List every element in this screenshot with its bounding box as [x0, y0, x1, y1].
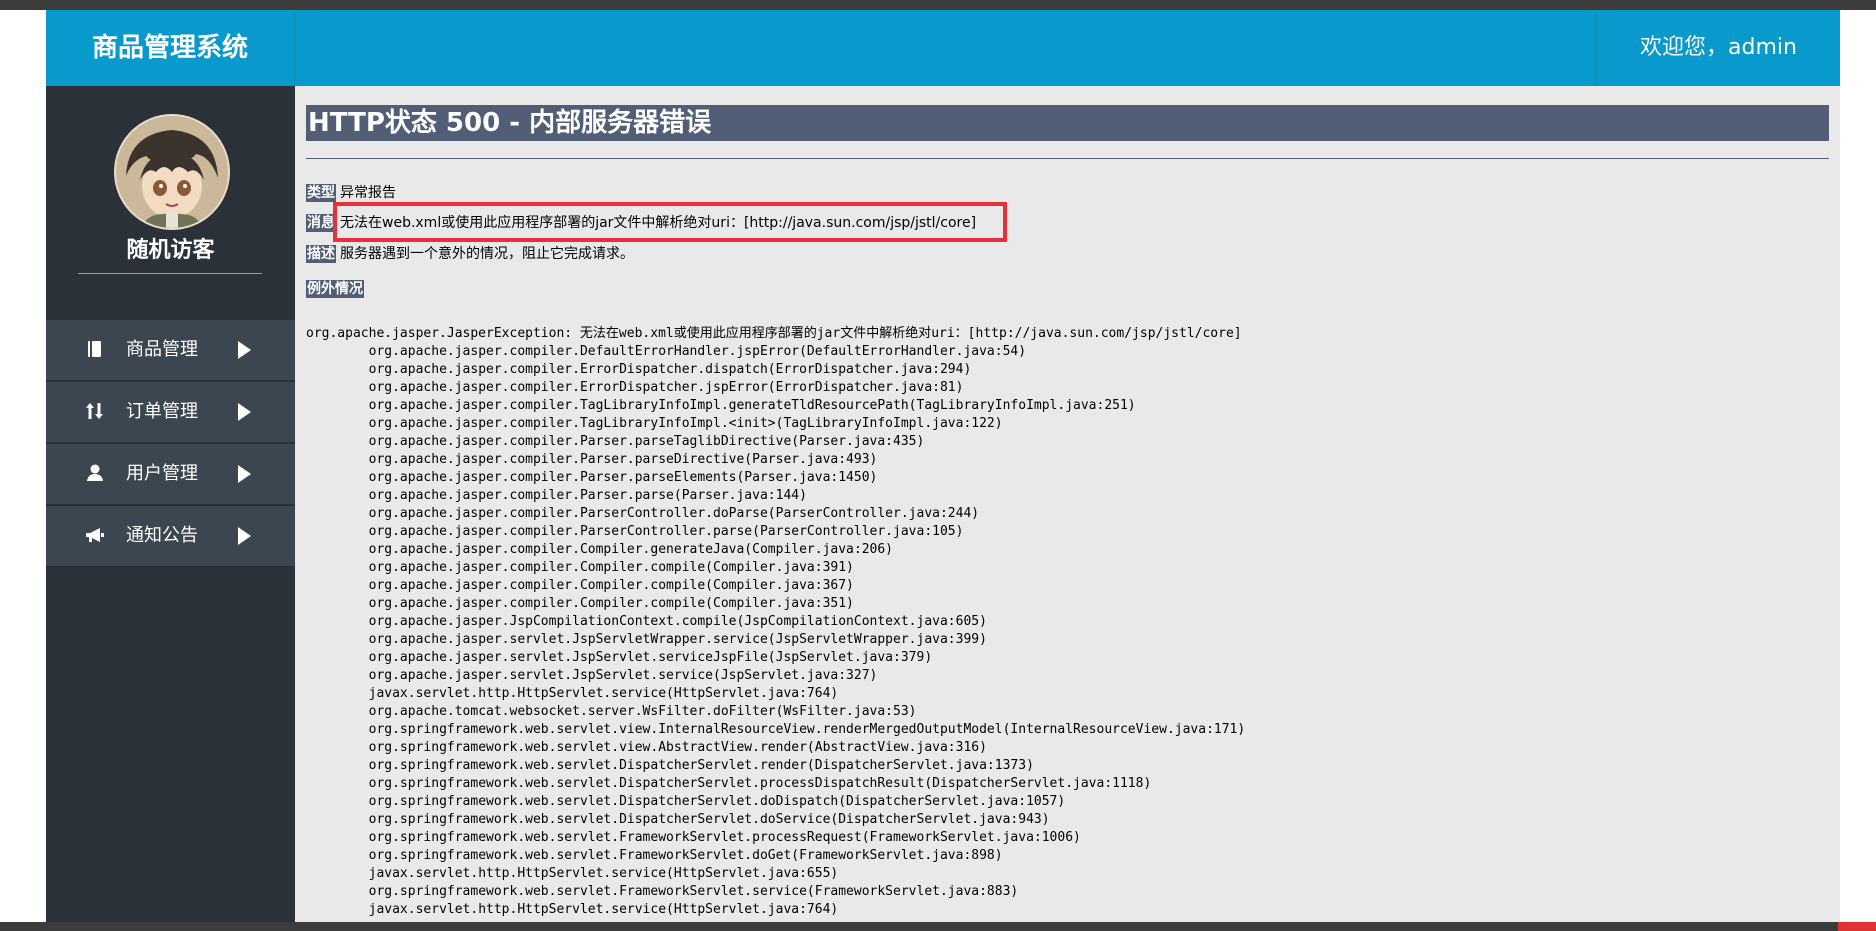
stacktrace-line: org.apache.jasper.compiler.Compiler.comp… — [306, 560, 854, 575]
stacktrace-line: org.apache.jasper.compiler.Parser.parseE… — [306, 470, 878, 485]
sort-arrows-icon — [84, 400, 106, 422]
chevron-right-icon — [238, 527, 251, 545]
app-window: 商品管理系统 欢迎您，admin 随机访客 商品管理 订单管理 用户管理 通知公… — [46, 10, 1840, 922]
stacktrace-line: org.springframework.web.servlet.view.Abs… — [306, 740, 987, 755]
type-label: 类型 — [306, 184, 336, 202]
error-page-content: HTTP状态 500 - 内部服务器错误 类型 异常报告 消息 无法在web.xml… — [295, 86, 1840, 922]
error-type-row: 类型 异常报告 — [306, 183, 396, 203]
stacktrace-line: org.apache.jasper.compiler.Compiler.comp… — [306, 578, 854, 593]
avatar — [114, 114, 230, 230]
sidebar-item-products[interactable]: 商品管理 — [46, 320, 295, 382]
sidebar-item-orders[interactable]: 订单管理 — [46, 382, 295, 444]
visitor-name: 随机访客 — [126, 238, 215, 263]
description-value: 服务器遇到一个意外的情况，阻止它完成请求。 — [340, 246, 634, 262]
stacktrace-line: org.apache.jasper.JasperException: 无法在we… — [306, 326, 1242, 341]
bottom-edge-mark — [1838, 922, 1876, 931]
stacktrace-line: javax.servlet.http.HttpServlet.service(H… — [306, 902, 839, 917]
stacktrace-line: org.apache.jasper.JspCompilationContext.… — [306, 614, 987, 629]
browser-bottom-bar — [0, 922, 1876, 931]
sidebar-item-label: 用户管理 — [126, 463, 198, 484]
sidebar-item-label: 通知公告 — [126, 525, 198, 546]
stacktrace-line: org.springframework.web.servlet.Dispatch… — [306, 758, 1034, 773]
exception-heading-row: 例外情况 — [306, 279, 368, 299]
sidebar-item-label: 订单管理 — [126, 401, 198, 422]
stacktrace-line: org.springframework.web.servlet.Dispatch… — [306, 776, 1152, 791]
book-icon — [84, 338, 106, 360]
chevron-right-icon — [238, 465, 251, 483]
sidebar-item-notices[interactable]: 通知公告 — [46, 506, 295, 568]
sidebar-item-users[interactable]: 用户管理 — [46, 444, 295, 506]
megaphone-icon — [84, 524, 106, 546]
stacktrace-line: org.apache.jasper.compiler.Parser.parseD… — [306, 452, 878, 467]
stacktrace-line: org.springframework.web.servlet.Dispatch… — [306, 812, 1050, 827]
chevron-right-icon — [238, 341, 251, 359]
exception-label: 例外情况 — [306, 280, 364, 298]
stacktrace-line: org.apache.jasper.compiler.TagLibraryInf… — [306, 416, 1003, 431]
app-title: 商品管理系统 — [91, 33, 248, 63]
chevron-right-icon — [238, 403, 251, 421]
user-icon — [84, 462, 106, 484]
divider — [306, 158, 1829, 159]
divider — [78, 273, 262, 274]
stacktrace-line: org.springframework.web.servlet.Framewor… — [306, 830, 1081, 845]
stacktrace-line: org.apache.jasper.compiler.Parser.parseT… — [306, 434, 925, 449]
stacktrace: org.apache.jasper.JasperException: 无法在we… — [306, 325, 1245, 919]
stacktrace-line: org.apache.jasper.compiler.Parser.parse(… — [306, 488, 807, 503]
stacktrace-line: org.apache.jasper.compiler.ErrorDispatch… — [306, 380, 964, 395]
top-header: 商品管理系统 欢迎您，admin — [46, 10, 1840, 86]
sidebar-item-label: 商品管理 — [126, 339, 198, 360]
stacktrace-line: org.apache.jasper.servlet.JspServlet.ser… — [306, 650, 933, 665]
stacktrace-line: org.apache.jasper.compiler.Compiler.gene… — [306, 542, 894, 557]
stacktrace-line: org.apache.jasper.compiler.DefaultErrorH… — [306, 344, 1027, 359]
browser-top-bar — [0, 0, 1876, 10]
sidebar: 随机访客 商品管理 订单管理 用户管理 通知公告 — [46, 86, 295, 922]
stacktrace-line: org.apache.jasper.compiler.ParserControl… — [306, 506, 980, 521]
description-label: 描述 — [306, 245, 336, 263]
red-highlight-annotation — [333, 202, 1007, 242]
stacktrace-line: javax.servlet.http.HttpServlet.service(H… — [306, 866, 839, 881]
error-title: HTTP状态 500 - 内部服务器错误 — [306, 105, 1829, 141]
stacktrace-line: org.springframework.web.servlet.Framewor… — [306, 848, 1003, 863]
stacktrace-line: javax.servlet.http.HttpServlet.service(H… — [306, 686, 839, 701]
error-description-row: 描述 服务器遇到一个意外的情况，阻止它完成请求。 — [306, 244, 634, 264]
welcome-user[interactable]: 欢迎您，admin — [1597, 10, 1840, 86]
message-label: 消息 — [306, 214, 336, 232]
stacktrace-line: org.apache.jasper.compiler.Compiler.comp… — [306, 596, 854, 611]
type-value: 异常报告 — [340, 185, 396, 201]
stacktrace-line: org.apache.tomcat.websocket.server.WsFil… — [306, 704, 917, 719]
stacktrace-line: org.apache.jasper.compiler.TagLibraryInf… — [306, 398, 1136, 413]
header-divider — [294, 10, 295, 86]
stacktrace-line: org.apache.jasper.compiler.ErrorDispatch… — [306, 362, 972, 377]
stacktrace-line: org.springframework.web.servlet.Dispatch… — [306, 794, 1066, 809]
stacktrace-line: org.apache.jasper.servlet.JspServletWrap… — [306, 632, 987, 647]
stacktrace-line: org.springframework.web.servlet.Framewor… — [306, 884, 1019, 899]
stacktrace-line: org.apache.jasper.servlet.JspServlet.ser… — [306, 668, 878, 683]
stacktrace-line: org.apache.jasper.compiler.ParserControl… — [306, 524, 964, 539]
stacktrace-line: org.springframework.web.servlet.view.Int… — [306, 722, 1246, 737]
